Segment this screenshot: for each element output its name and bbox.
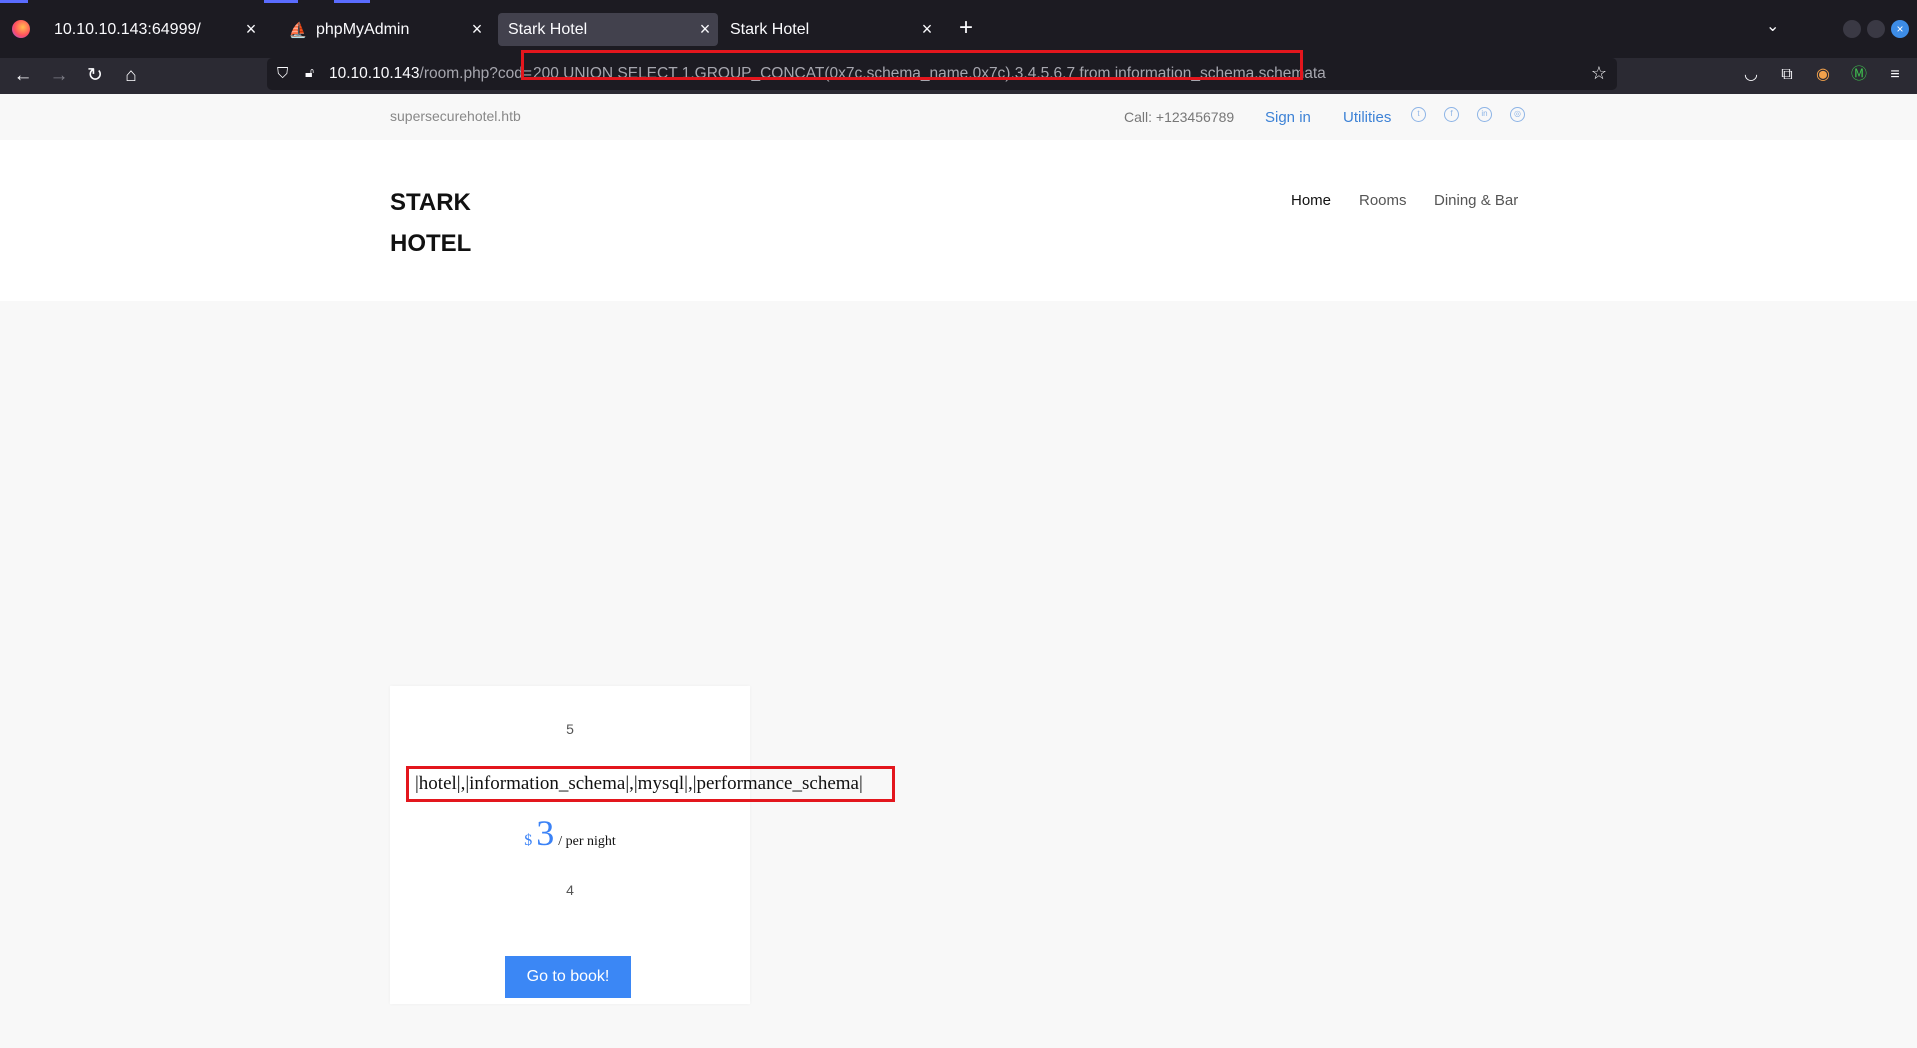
tab-title: Stark Hotel — [508, 20, 588, 38]
utilities-link[interactable]: Utilities — [1343, 109, 1391, 126]
tab-close-icon[interactable]: × — [692, 19, 718, 40]
tab-strip-accent — [264, 0, 298, 3]
menu-item-rooms[interactable]: Rooms — [1359, 192, 1407, 209]
site-logo[interactable]: STARK HOTEL — [390, 182, 471, 264]
dribbble-icon[interactable]: ◎ — [1510, 107, 1525, 122]
tab-close-icon[interactable]: × — [464, 19, 490, 40]
home-button[interactable]: ⌂ — [118, 63, 144, 89]
forward-button[interactable]: → — [46, 63, 72, 89]
web-page: supersecurehotel.htb Call: +123456789 Si… — [0, 94, 1917, 1048]
tab-strip-accent — [334, 0, 370, 3]
logo-line-2: HOTEL — [390, 230, 472, 257]
tab-1[interactable]: 10.10.10.143:64999/ × — [44, 13, 264, 46]
highlight-box-url-query — [521, 50, 1303, 80]
app-menu-icon[interactable]: ≡ — [1884, 64, 1906, 86]
new-tab-button[interactable]: + — [952, 14, 980, 42]
tab-title: Stark Hotel — [730, 20, 810, 38]
reload-button[interactable]: ↻ — [82, 63, 108, 89]
tab-2[interactable]: ⛵ phpMyAdmin × — [278, 13, 490, 46]
tab-list-chevron-down-icon[interactable]: ⌄ — [1766, 16, 1779, 36]
twitter-icon[interactable]: t — [1411, 107, 1426, 122]
maximize-button[interactable] — [1867, 20, 1885, 38]
linkedin-icon[interactable]: in — [1477, 107, 1492, 122]
tracking-shield-icon[interactable]: ⛉ — [277, 65, 295, 83]
site-header: STARK HOTEL Home Rooms Dining & Bar — [0, 140, 1917, 301]
facebook-icon[interactable]: f — [1444, 107, 1459, 122]
go-to-book-button[interactable]: Go to book! — [505, 956, 631, 998]
room-card: 5 |hotel|,|information_schema|,|mysql|,|… — [390, 686, 895, 1004]
tab-strip-accent — [0, 0, 28, 3]
price-amount: 3 — [536, 813, 555, 853]
price-per-night: / per night — [558, 834, 616, 849]
menu-item-dining-bar[interactable]: Dining & Bar — [1434, 192, 1518, 209]
back-button[interactable]: ← — [10, 63, 36, 89]
window-close-button[interactable]: × — [1891, 20, 1909, 38]
site-top-strip: supersecurehotel.htb Call: +123456789 Si… — [0, 94, 1917, 140]
extension-badge-icon[interactable]: ◉ — [1812, 64, 1834, 86]
insecure-lock-icon[interactable]: 🔓︎ — [305, 64, 314, 81]
sign-in-link[interactable]: Sign in — [1265, 109, 1311, 126]
menu-item-home[interactable]: Home — [1291, 192, 1331, 209]
extension-m-icon[interactable]: Ⓜ — [1848, 64, 1870, 86]
url-path: /room.php?cod= — [419, 65, 532, 82]
injected-schema-result: |hotel|,|information_schema|,|mysql|,|pe… — [406, 766, 895, 802]
url-host: 10.10.10.143 — [329, 65, 420, 82]
phpmyadmin-icon: ⛵ — [288, 21, 308, 39]
firefox-logo-icon[interactable] — [12, 20, 30, 38]
tab-close-icon[interactable]: × — [238, 19, 264, 40]
price-currency: $ — [524, 832, 533, 849]
extensions-icon[interactable]: ⧉ — [1776, 64, 1798, 86]
tab-close-icon[interactable]: × — [914, 19, 940, 40]
tab-4[interactable]: Stark Hotel × — [720, 13, 940, 46]
logo-line-1: STARK — [390, 189, 471, 216]
room-top-number: 5 — [566, 721, 574, 737]
room-price: $ 3 / per night — [390, 812, 750, 854]
bookmark-star-icon[interactable]: ☆ — [1591, 63, 1607, 84]
site-domain: supersecurehotel.htb — [390, 108, 521, 124]
site-call-number: Call: +123456789 — [1124, 109, 1235, 125]
tab-title: phpMyAdmin — [316, 20, 410, 38]
pocket-icon[interactable]: ◡ — [1740, 64, 1762, 86]
browser-nav-bar: ← → ↻ ⌂ ⛉ 🔓︎ 10.10.10.143/room.php?cod= 2… — [0, 50, 1917, 94]
tab-3-active[interactable]: Stark Hotel × — [498, 13, 718, 46]
room-bottom-number: 4 — [566, 882, 574, 898]
tab-title: 10.10.10.143:64999/ — [54, 20, 201, 38]
minimize-button[interactable] — [1843, 20, 1861, 38]
